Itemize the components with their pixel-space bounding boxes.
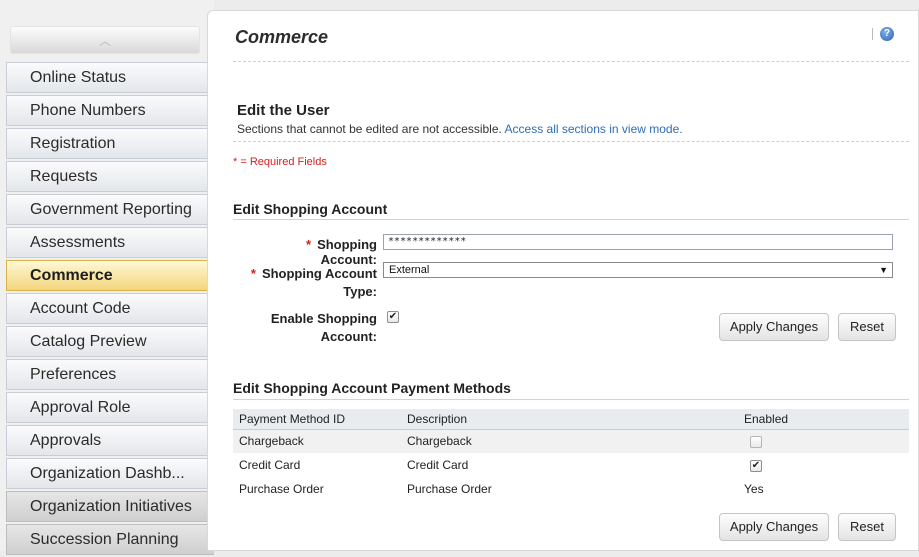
table-cell: Credit Card	[239, 458, 301, 472]
sidebar-item-commerce[interactable]: Commerce	[6, 260, 227, 292]
sidebar-item-approvals[interactable]: Approvals	[6, 425, 214, 456]
label-text: Shopping Account:	[317, 237, 377, 267]
required-marker: *	[306, 237, 312, 252]
sidebar-item-label: Requests	[30, 168, 98, 185]
table-row: Purchase Order Purchase Order Yes	[233, 477, 909, 501]
sidebar-item-online-status[interactable]: Online Status	[6, 62, 214, 93]
edit-user-note: Sections that cannot be edited are not a…	[237, 122, 683, 136]
shopping-account-input[interactable]: *************	[383, 234, 893, 250]
sidebar-item-requests[interactable]: Requests	[6, 161, 214, 192]
view-mode-link[interactable]: Access all sections in view mode.	[505, 122, 683, 136]
table-cell: ✔	[738, 453, 909, 477]
reset-button[interactable]: Reset	[838, 313, 896, 341]
sidebar-item-label: Assessments	[30, 234, 126, 251]
sidebar-item-organization-initiatives[interactable]: Organization Initiatives	[6, 491, 214, 522]
sidebar-item-government-reporting[interactable]: Government Reporting	[6, 194, 214, 225]
main-panel: Commerce ? Edit the User Sections that c…	[207, 10, 919, 551]
enabled-checkbox[interactable]	[750, 436, 762, 449]
note-text: Sections that cannot be edited are not a…	[237, 122, 502, 136]
shopping-account-label: * Shopping Account:	[248, 237, 377, 267]
chevron-up-icon: ︿	[98, 33, 111, 48]
shopping-account-heading: Edit Shopping Account	[233, 201, 388, 217]
table-cell: Chargeback	[233, 429, 401, 453]
reset-button[interactable]: Reset	[838, 513, 896, 541]
sidebar-item-succession-planning[interactable]: Succession Planning	[6, 524, 214, 555]
table-header-row: Payment Method ID Description Enabled	[233, 409, 909, 430]
sidebar-item-label: Succession Planning	[30, 531, 179, 548]
table-cell: Yes	[744, 482, 764, 496]
sidebar-nav: Online Status Phone Numbers Registration…	[6, 62, 227, 557]
sidebar-item-phone-numbers[interactable]: Phone Numbers	[6, 95, 214, 126]
divider	[233, 219, 909, 220]
sidebar-item-organization-dashboard[interactable]: Organization Dashb...	[6, 458, 214, 489]
table-cell: Chargeback	[401, 429, 738, 453]
sidebar-item-approval-role[interactable]: Approval Role	[6, 392, 214, 423]
enabled-checkbox[interactable]: ✔	[750, 460, 762, 472]
sidebar-item-label: Organization Dashb...	[30, 465, 185, 482]
sidebar-item-label: Organization Initiatives	[30, 498, 192, 515]
edit-user-heading: Edit the User	[237, 102, 330, 119]
shopping-account-type-label: * Shopping Account Type:	[248, 265, 377, 301]
table-cell: Credit Card	[407, 458, 469, 472]
table-row: Chargeback Chargeback	[233, 429, 909, 453]
table-cell	[738, 429, 909, 453]
required-marker: *	[250, 266, 256, 281]
sidebar: ︿ Online Status Phone Numbers Registrati…	[0, 0, 227, 555]
check-icon: ✔	[388, 311, 398, 322]
column-header: Enabled	[738, 409, 909, 430]
apply-changes-button[interactable]: Apply Changes	[719, 513, 829, 541]
sidebar-item-label: Catalog Preview	[30, 333, 147, 350]
sidebar-item-catalog-preview[interactable]: Catalog Preview	[6, 326, 214, 357]
sidebar-item-label: Approval Role	[30, 399, 131, 416]
enable-shopping-account-label: Enable Shopping Account:	[248, 310, 377, 346]
shopping-account-type-select[interactable]: External ▼	[383, 262, 893, 278]
scroll-up-button[interactable]: ︿	[10, 26, 200, 54]
payment-methods-table: Payment Method ID Description Enabled Ch…	[233, 409, 909, 501]
sidebar-item-registration[interactable]: Registration	[6, 128, 214, 159]
select-value: External	[389, 264, 430, 276]
check-icon: ✔	[751, 460, 761, 471]
enable-shopping-account-checkbox[interactable]: ✔	[387, 311, 399, 323]
divider	[872, 28, 873, 40]
sidebar-item-label: Approvals	[30, 432, 102, 449]
sidebar-item-label: Account Code	[30, 300, 131, 317]
help-area: ?	[872, 27, 894, 41]
payment-methods-heading: Edit Shopping Account Payment Methods	[233, 380, 511, 396]
label-text: Enable Shopping	[270, 311, 377, 326]
divider	[233, 141, 909, 142]
sidebar-item-label: Government Reporting	[30, 201, 192, 218]
sidebar-item-label: Preferences	[30, 366, 117, 383]
sidebar-item-label: Phone Numbers	[30, 102, 146, 119]
divider	[233, 61, 909, 62]
label-text: Type:	[343, 284, 377, 299]
apply-changes-button[interactable]: Apply Changes	[719, 313, 829, 341]
sidebar-item-label: Registration	[30, 135, 116, 152]
page-title: Commerce	[235, 27, 329, 47]
sidebar-item-preferences[interactable]: Preferences	[6, 359, 214, 390]
column-header: Payment Method ID	[233, 409, 401, 430]
sidebar-item-account-code[interactable]: Account Code	[6, 293, 214, 324]
label-text: Account:	[320, 329, 377, 344]
table-cell: Purchase Order	[239, 482, 324, 496]
help-icon[interactable]: ?	[880, 27, 894, 41]
divider	[233, 399, 909, 400]
sidebar-item-label: Commerce	[30, 267, 113, 284]
table-row: Credit Card Credit Card ✔	[233, 453, 909, 477]
required-fields-note: * = Required Fields	[233, 156, 327, 168]
chevron-down-icon: ▼	[879, 265, 888, 275]
column-header: Description	[401, 409, 738, 430]
table-cell: Purchase Order	[407, 482, 492, 496]
label-text: Shopping Account	[261, 266, 377, 281]
sidebar-item-assessments[interactable]: Assessments	[6, 227, 214, 258]
sidebar-item-label: Online Status	[30, 69, 127, 86]
